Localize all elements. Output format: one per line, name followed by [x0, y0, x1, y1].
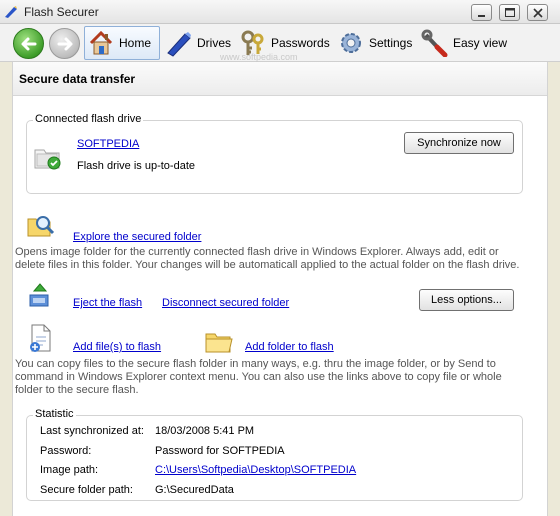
- stat-label: Password:: [40, 445, 92, 457]
- wrench-icon: [421, 29, 449, 58]
- last-synchronized-value: 18/03/2008 5:41 PM: [155, 425, 255, 437]
- minimize-button[interactable]: [471, 4, 492, 21]
- add-files-to-flash-link[interactable]: Add file(s) to flash: [73, 341, 161, 353]
- main-panel: Secure data transfer Connected flash dri…: [12, 62, 548, 516]
- flash-drive-folder-icon: [33, 142, 63, 172]
- add-folder-icon: [204, 328, 234, 358]
- password-value: Password for SOFTPEDIA: [155, 445, 285, 457]
- toolbar-easy-view-label: Easy view: [453, 36, 508, 50]
- add-file-icon: [26, 323, 56, 353]
- image-path-link[interactable]: C:\Users\Softpedia\Desktop\SOFTPEDIA: [155, 464, 356, 476]
- pen-drive-icon: [165, 29, 193, 57]
- stat-label: Last synchronized at:: [40, 425, 144, 437]
- section-title: Secure data transfer: [19, 72, 136, 86]
- toolbar-drives-label: Drives: [197, 36, 232, 50]
- explore-description: Opens image folder for the currently con…: [15, 246, 520, 271]
- statistic-group: Statistic Last synchronized at: 18/03/20…: [26, 408, 523, 501]
- close-button[interactable]: [527, 4, 548, 21]
- eject-flash-link[interactable]: Eject the flash: [73, 297, 142, 309]
- section-header: Secure data transfer: [13, 62, 547, 96]
- toolbar-passwords-label: Passwords: [271, 36, 330, 50]
- toolbar-home[interactable]: Home: [84, 26, 160, 60]
- synchronize-now-button[interactable]: Synchronize now: [404, 132, 514, 154]
- toolbar: Home Drives Passwords Settings Easy view…: [0, 24, 560, 62]
- gear-icon: [337, 29, 365, 57]
- toolbar-settings[interactable]: Settings: [335, 26, 416, 60]
- group-legend: Statistic: [33, 408, 76, 420]
- maximize-button[interactable]: [499, 4, 520, 21]
- toolbar-home-label: Home: [119, 36, 152, 50]
- less-options-button[interactable]: Less options...: [419, 289, 514, 311]
- back-button[interactable]: [13, 28, 44, 59]
- disconnect-secured-folder-link[interactable]: Disconnect secured folder: [162, 297, 289, 309]
- eject-drive-icon: [26, 281, 56, 311]
- title-bar: Flash Securer: [0, 0, 560, 24]
- arrow-left-icon: [21, 37, 37, 51]
- add-folder-to-flash-link[interactable]: Add folder to flash: [245, 341, 334, 353]
- add-description: You can copy files to the secure flash f…: [15, 358, 502, 396]
- explore-secured-folder-link[interactable]: Explore the secured folder: [73, 231, 201, 243]
- stat-label: Image path:: [40, 464, 99, 476]
- secure-folder-path-value: G:\SecuredData: [155, 484, 234, 496]
- search-folder-icon: [26, 211, 56, 241]
- window-title: Flash Securer: [24, 5, 99, 19]
- app-icon: [4, 5, 18, 19]
- watermark: www.softpedia.com: [220, 52, 298, 62]
- drive-status-text: Flash drive is up-to-date: [77, 160, 195, 172]
- forward-button[interactable]: [49, 28, 80, 59]
- connected-flash-drive-group: Connected flash drive SOFTPEDIA Flash dr…: [26, 113, 523, 194]
- stat-label: Secure folder path:: [40, 484, 133, 496]
- toolbar-settings-label: Settings: [369, 36, 413, 50]
- arrow-right-icon: [57, 37, 73, 51]
- home-icon: [87, 29, 115, 57]
- drive-name-link[interactable]: SOFTPEDIA: [77, 138, 139, 150]
- toolbar-easy-view[interactable]: Easy view: [419, 26, 511, 60]
- group-legend: Connected flash drive: [33, 113, 144, 125]
